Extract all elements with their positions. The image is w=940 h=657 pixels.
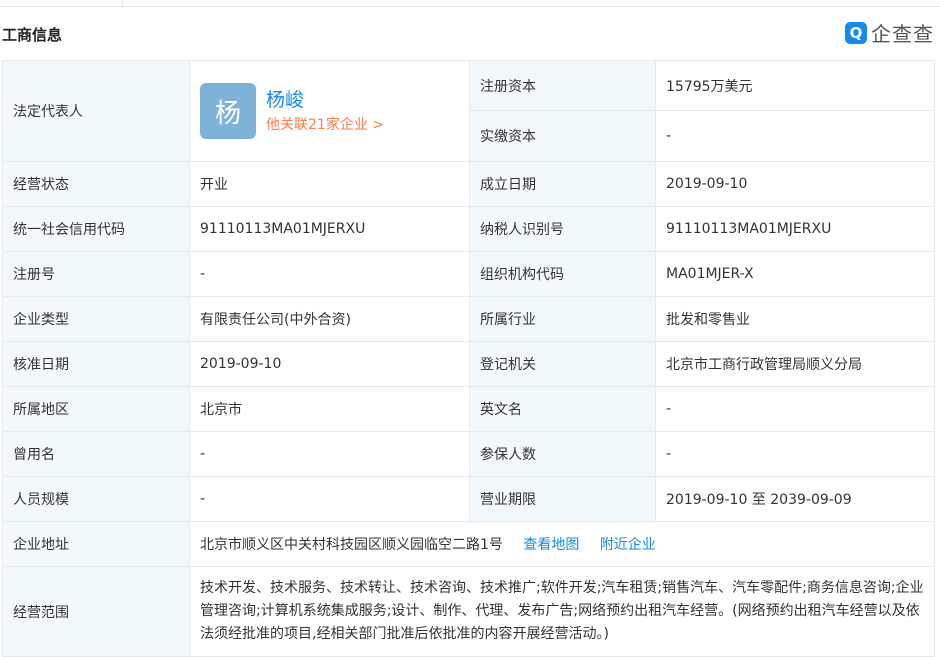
registered-capital-label: 注册资本 xyxy=(469,60,656,111)
row-label: 企业类型 xyxy=(2,296,190,342)
row-value: 91110113MA01MJERXU xyxy=(655,206,935,252)
row-label: 纳税人识别号 xyxy=(469,206,656,252)
legal-rep-cell: 杨 杨峻 他关联21家企业 > xyxy=(189,60,470,162)
paid-capital-label: 实缴资本 xyxy=(469,110,656,162)
registered-capital-value: 15795万美元 xyxy=(655,60,935,111)
table-row: 注册号 - 组织机构代码 MA01MJER-X xyxy=(2,251,935,297)
avatar[interactable]: 杨 xyxy=(200,83,256,139)
row-value: 2019-09-10 xyxy=(189,341,470,387)
row-label: 所属地区 xyxy=(2,386,190,432)
row-label: 注册号 xyxy=(2,251,190,297)
row-value: - xyxy=(189,251,470,297)
business-scope-text: 技术开发、技术服务、技术转让、技术咨询、技术推广;软件开发;汽车租赁;销售汽车、… xyxy=(200,580,924,642)
address-label: 企业地址 xyxy=(2,521,190,567)
row-label: 成立日期 xyxy=(469,161,656,207)
row-value: 批发和零售业 xyxy=(655,296,935,342)
row-label: 经营状态 xyxy=(2,161,190,207)
table-row: 曾用名 - 参保人数 - xyxy=(2,431,935,477)
business-scope-label: 经营范围 xyxy=(2,566,190,657)
row-label: 参保人数 xyxy=(469,431,656,477)
nearby-companies-link[interactable]: 附近企业 xyxy=(600,537,656,553)
row-label: 统一社会信用代码 xyxy=(2,206,190,252)
row-value: 2019-09-10 xyxy=(655,161,935,207)
table-row: 企业地址 北京市顺义区中关村科技园区顺义园临空二路1号 查看地图 附近企业 xyxy=(2,521,935,567)
table-row: 经营状态 开业 成立日期 2019-09-10 xyxy=(2,161,935,207)
top-tab[interactable] xyxy=(0,0,123,6)
row-label: 组织机构代码 xyxy=(469,251,656,297)
table-row: 人员规模 - 营业期限 2019-09-10 至 2039-09-09 xyxy=(2,476,935,522)
related-companies-link[interactable]: 他关联21家企业 > xyxy=(266,115,384,135)
row-value: - xyxy=(189,431,470,477)
section-title: 工商信息 xyxy=(2,26,63,44)
address-value: 北京市顺义区中关村科技园区顺义园临空二路1号 xyxy=(200,537,503,553)
row-value: 开业 xyxy=(189,161,470,207)
table-row: 企业类型 有限责任公司(中外合资) 所属行业 批发和零售业 xyxy=(2,296,935,342)
row-value: 北京市 xyxy=(189,386,470,432)
table-row: 统一社会信用代码 91110113MA01MJERXU 纳税人识别号 91110… xyxy=(2,206,935,252)
paid-capital-value: - xyxy=(655,110,935,162)
brand-logo: Q 企查查 xyxy=(845,18,934,47)
address-cell: 北京市顺义区中关村科技园区顺义园临空二路1号 查看地图 附近企业 xyxy=(189,521,935,567)
row-label: 登记机关 xyxy=(469,341,656,387)
row-label: 曾用名 xyxy=(2,431,190,477)
brand-name: 企查查 xyxy=(871,22,934,46)
row-label: 人员规模 xyxy=(2,476,190,522)
table-row: 法定代表人 杨 杨峻 他关联21家企业 > 注册资本 15795万美元 xyxy=(2,60,935,162)
row-label: 英文名 xyxy=(469,386,656,432)
business-info-table: 法定代表人 杨 杨峻 他关联21家企业 > 注册资本 15795万美元 实缴资本… xyxy=(2,60,935,657)
row-value: - xyxy=(655,431,935,477)
table-row: 所属地区 北京市 英文名 - xyxy=(2,386,935,432)
row-value: - xyxy=(189,476,470,522)
table-row: 核准日期 2019-09-10 登记机关 北京市工商行政管理局顺义分局 xyxy=(2,341,935,387)
legal-rep-name-link[interactable]: 杨峻 xyxy=(266,87,384,113)
row-label: 营业期限 xyxy=(469,476,656,522)
qichacha-logo-icon: Q xyxy=(845,21,867,44)
row-label: 所属行业 xyxy=(469,296,656,342)
row-value: - xyxy=(655,386,935,432)
row-value: 有限责任公司(中外合资) xyxy=(189,296,470,342)
row-label: 核准日期 xyxy=(2,341,190,387)
row-value: 91110113MA01MJERXU xyxy=(189,206,470,252)
row-value: 北京市工商行政管理局顺义分局 xyxy=(655,341,935,387)
view-map-link[interactable]: 查看地图 xyxy=(523,537,579,553)
top-tab-strip xyxy=(0,0,940,7)
row-value: MA01MJER-X xyxy=(655,251,935,297)
row-value: 2019-09-10 至 2039-09-09 xyxy=(655,476,935,522)
table-row: 经营范围 技术开发、技术服务、技术转让、技术咨询、技术推广;软件开发;汽车租赁;… xyxy=(2,566,935,657)
business-scope-value: 技术开发、技术服务、技术转让、技术咨询、技术推广;软件开发;汽车租赁;销售汽车、… xyxy=(189,566,935,657)
legal-rep-label: 法定代表人 xyxy=(2,60,190,162)
